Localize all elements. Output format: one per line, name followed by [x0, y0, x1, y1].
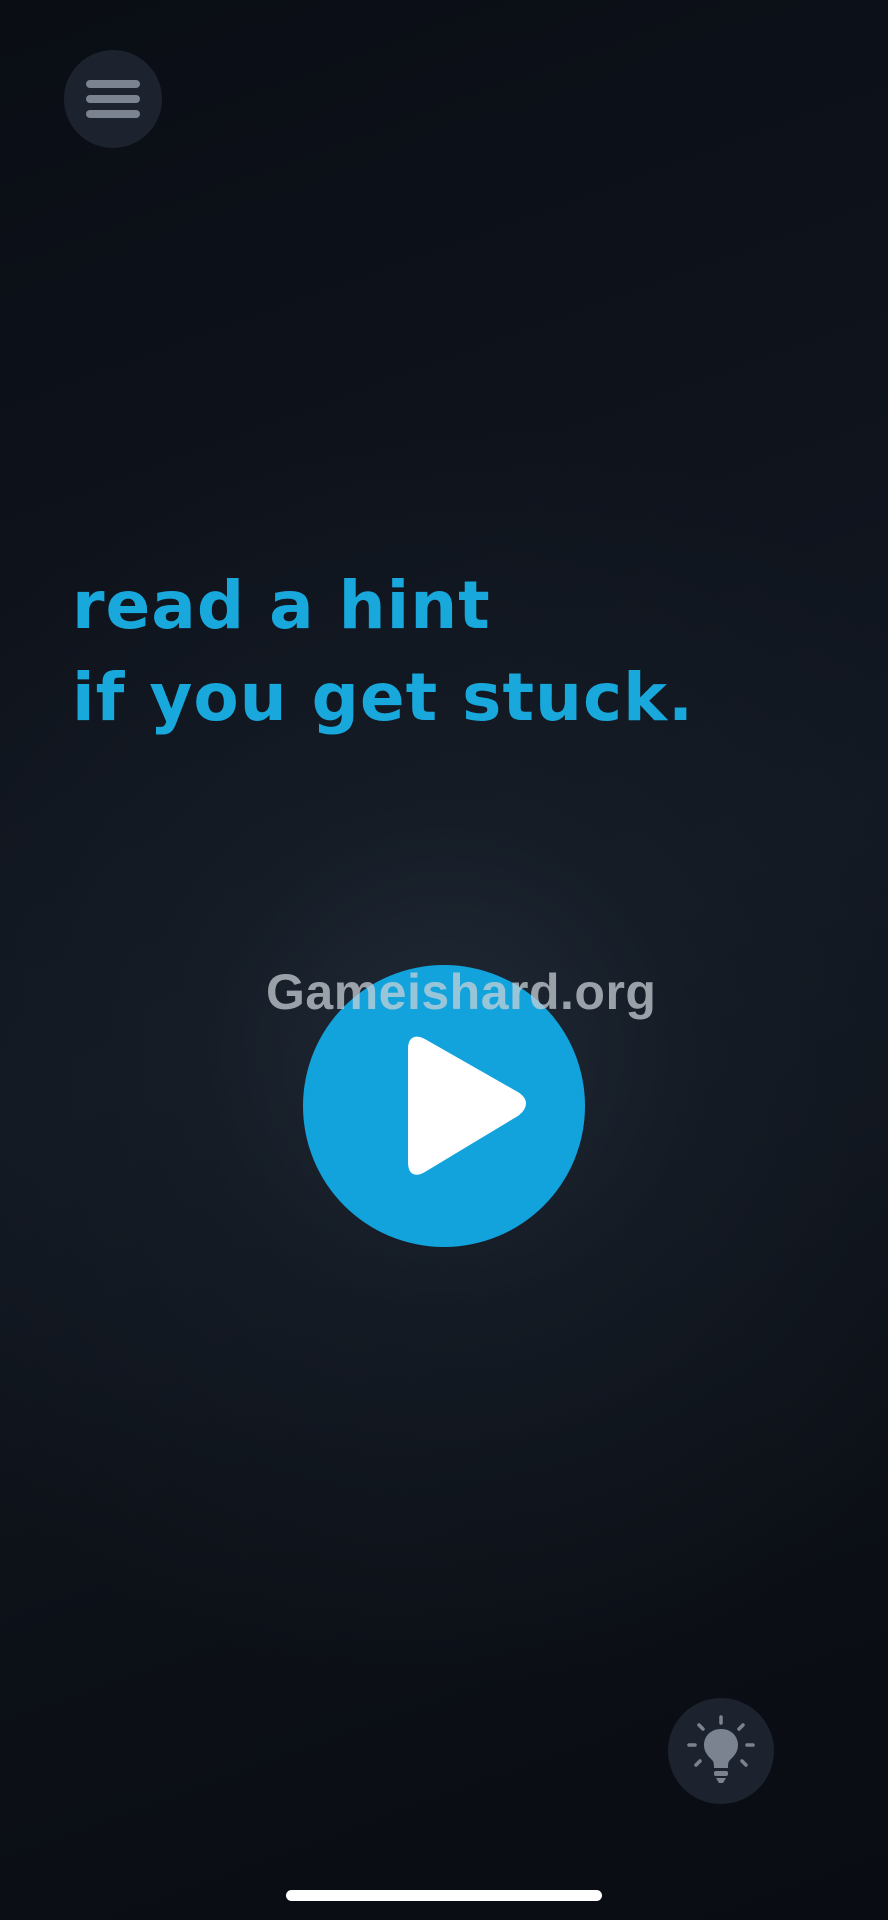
home-indicator — [286, 1890, 602, 1901]
tutorial-text: read a hint if you get stuck. — [72, 560, 832, 744]
game-screen: read a hint if you get stuck. Gameishard… — [0, 0, 888, 1920]
hint-button[interactable] — [668, 1698, 774, 1804]
watermark: Gameishard.org — [266, 964, 657, 1020]
play-icon — [408, 1036, 526, 1175]
tutorial-line-2: if you get stuck. — [72, 659, 695, 736]
tutorial-line-1: read a hint — [72, 567, 491, 644]
hamburger-menu-icon — [86, 80, 140, 118]
menu-button[interactable] — [64, 50, 162, 148]
lightbulb-icon — [687, 1715, 755, 1783]
